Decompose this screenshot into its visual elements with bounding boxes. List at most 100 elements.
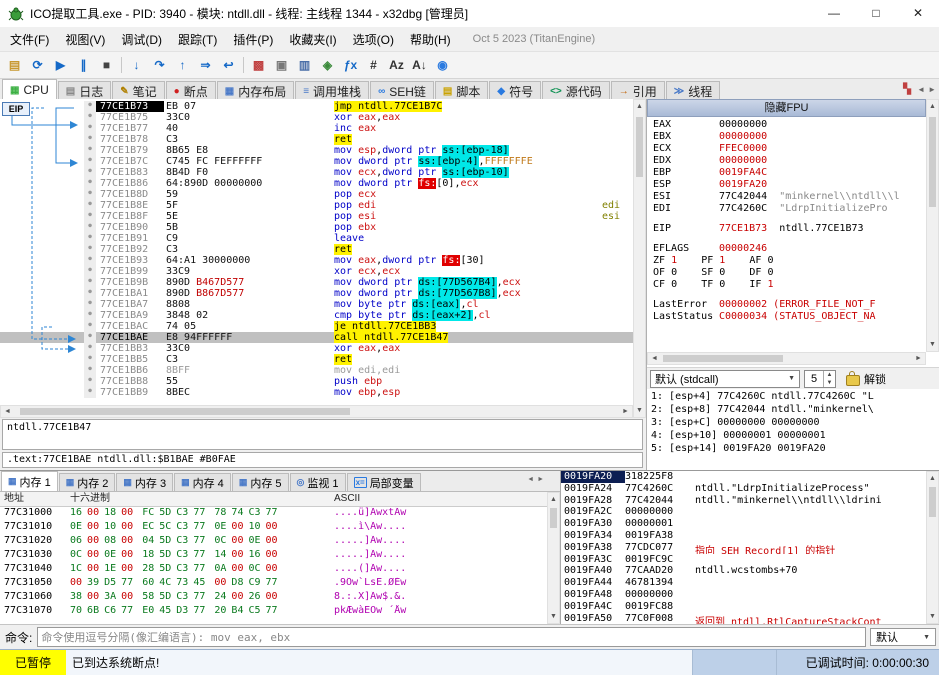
menu-item[interactable]: 帮助(H) — [402, 28, 459, 51]
disasm-row[interactable]: ● 77CE1B75 33C0 xor eax,eax — [0, 112, 633, 123]
tab-scroll-right-icon[interactable]: ► — [537, 476, 544, 483]
disasm-row[interactable]: ● 77CE1B8F 5E pop esi esi — [0, 211, 633, 222]
snowman-icon[interactable]: # — [363, 55, 384, 76]
command-profile-select[interactable]: 默认 ▼ — [870, 628, 936, 646]
memory-row[interactable]: 77C31030 0C 00 0E 00 18 5D C3 77 14 00 16 00 .....]Ãw… — [0, 549, 560, 563]
breakpoint-dot[interactable]: ● — [84, 156, 96, 167]
menu-item[interactable]: 插件(P) — [225, 28, 281, 51]
disasm-row[interactable]: ● 77CE1B8D 59 pop ecx — [0, 189, 633, 200]
scroll-left-icon[interactable]: ◄ — [648, 352, 661, 365]
step-out-icon[interactable]: ↑ — [172, 55, 193, 76]
tab-dump-5[interactable]: ▦ 内存 5 — [231, 473, 289, 491]
disasm-row[interactable]: ● 77CE1B8E 5F pop edi edi — [0, 200, 633, 211]
disasm-row[interactable]: ● 77CE1B7C C745 FC FEFFFFFF mov dword ptr s… — [0, 156, 633, 167]
scroll-down-icon[interactable]: ▼ — [633, 404, 646, 417]
register-row[interactable]: ECX FFEC0000 — [647, 143, 926, 155]
graph-icon[interactable]: ◈ — [317, 55, 338, 76]
disasm-row[interactable]: ● 77CE1B93 64:A1 30000000 mov eax,dword ptr… — [0, 255, 633, 266]
assemble-icon[interactable]: A↓ — [409, 55, 430, 76]
flags-row[interactable]: CF 0 TF 0 IF 1 — [647, 279, 926, 291]
breakpoint-dot[interactable]: ● — [84, 354, 96, 365]
tab-log[interactable]: ▤ 日志 — [57, 81, 112, 100]
argument-row[interactable]: 2: [esp+8] 77C42044 ntdll."minkernel\ — [647, 404, 939, 417]
breakpoint-dot[interactable]: ● — [84, 343, 96, 354]
disasm-row[interactable]: ● 77CE1B92 C3 ret — [0, 244, 633, 255]
tab-references[interactable]: → 引用 — [610, 81, 665, 100]
breakpoint-dot[interactable]: ● — [84, 178, 96, 189]
breakpoint-dot[interactable]: ● — [84, 112, 96, 123]
stack-row[interactable]: 0019FA28 77C42044 ntdll."minkernel\\ntdll\… — [561, 495, 926, 507]
register-row[interactable]: ESI 77C42044 "minkernel\\ntdll\\l — [647, 191, 926, 203]
scroll-right-icon[interactable]: ► — [912, 352, 925, 365]
stack-row[interactable]: 0019FA44 46781394 — [561, 577, 926, 589]
register-row[interactable]: EDI 77C4260C "LdrpInitializePro — [647, 203, 926, 215]
tab-scroll-left-icon[interactable]: ◄ — [527, 476, 534, 483]
breakpoint-dot[interactable]: ● — [84, 321, 96, 332]
tab-notes[interactable]: ✎ 笔记 — [112, 81, 165, 100]
register-row[interactable]: EBP 0019FA4C — [647, 167, 926, 179]
argument-row[interactable]: 1: [esp+4] 77C4260C ntdll.77C4260C "L — [647, 391, 939, 404]
stack-row[interactable]: 0019FA20 318225F8 — [561, 471, 926, 483]
tab-memory-map[interactable]: ▦ 内存布局 — [216, 81, 295, 100]
hide-fpu-button[interactable]: 隐藏FPU — [647, 99, 926, 117]
scroll-up-icon[interactable]: ▲ — [633, 100, 646, 113]
register-row[interactable]: EIP 77CE1B73 ntdll.77CE1B73 — [647, 223, 926, 235]
step-into-icon[interactable]: ↓ — [126, 55, 147, 76]
register-row[interactable]: EDX 00000000 — [647, 155, 926, 167]
tab-source[interactable]: <> 源代码 — [542, 81, 610, 100]
memory-row[interactable]: 77C31040 1C 00 1E 00 28 5D C3 77 0A 00 0C 00 ....(]Ãw… — [0, 563, 560, 577]
tab-dump-4[interactable]: ▦ 内存 4 — [174, 473, 231, 491]
disasm-row[interactable]: ● 77CE1B99 33C9 xor ecx,ecx — [0, 266, 633, 277]
restart-icon[interactable]: ⟳ — [27, 55, 48, 76]
scroll-left-icon[interactable]: ◄ — [1, 405, 14, 418]
scrollbar-thumb[interactable] — [20, 408, 350, 415]
memory-row[interactable]: 77C31020 06 00 08 00 04 5D C3 77 0C 00 0E 00 .....]Ãw… — [0, 535, 560, 549]
register-row[interactable]: LastError 00000002 (ERROR_FILE_NOT_F — [647, 299, 926, 311]
disasm-row[interactable]: ● 77CE1BAC 74 05 je ntdll.77CE1BB3 — [0, 321, 633, 332]
stack-row[interactable]: 0019FA38 77CDC077 指向 SEH_Record[1] 的指针 — [561, 542, 926, 554]
disasm-row[interactable]: ● 77CE1B79 8B65 E8 mov esp,dword ptr ss:[eb… — [0, 145, 633, 156]
execute-till-return-icon[interactable]: ↩ — [218, 55, 239, 76]
memory-row[interactable]: 77C31010 0E 00 10 00 EC 5C C3 77 0E 00 10 00 ....ì\Ãw… — [0, 521, 560, 535]
flags-row[interactable]: OF 0 SF 0 DF 0 — [647, 267, 926, 279]
stack-row[interactable]: 0019FA4C 0019FC88 — [561, 601, 926, 613]
breakpoint-dot[interactable]: ● — [84, 211, 96, 222]
argument-row[interactable]: 4: [esp+10] 00000001 00000001 — [647, 430, 939, 443]
stop-icon[interactable]: ■ — [96, 55, 117, 76]
disasm-row[interactable]: ● 77CE1BB9 8BEC mov ebp,esp — [0, 387, 633, 398]
breakpoint-dot[interactable]: ● — [84, 376, 96, 387]
disasm-row[interactable]: ● 77CE1BA7 8808 mov byte ptr ds:[eax],cl — [0, 299, 633, 310]
breakpoint-dot[interactable]: ● — [84, 310, 96, 321]
command-input[interactable] — [37, 627, 866, 647]
help-icon[interactable]: ◉ — [432, 55, 453, 76]
tab-dump-1[interactable]: ▦ 内存 1 — [1, 471, 58, 491]
close-button[interactable]: ✕ — [897, 0, 939, 27]
breakpoint-dot[interactable]: ● — [84, 200, 96, 211]
windows-icon[interactable]: ▣ — [271, 55, 292, 76]
lock-icon[interactable] — [846, 371, 860, 386]
stack-row[interactable]: 0019FA40 77CAAD20 ntdll.wcstombs+70 — [561, 565, 926, 577]
memory-row[interactable]: 77C31000 16 00 18 00 FC 5D C3 77 78 74 C3 77 ....ü]Ãw… — [0, 507, 560, 521]
tab-locals[interactable]: x= 局部变量 — [346, 473, 421, 491]
scroll-right-icon[interactable]: ► — [619, 405, 632, 418]
breakpoint-dot[interactable]: ● — [84, 288, 96, 299]
tab-scroll-right-icon[interactable]: ► — [928, 85, 936, 94]
breakpoint-dot[interactable]: ● — [84, 266, 96, 277]
breakpoint-dot[interactable]: ● — [84, 222, 96, 233]
scrollbar-thumb[interactable] — [929, 487, 936, 517]
disasm-row[interactable]: ● 77CE1BA9 3848 02 cmp byte ptr ds:[eax+2],… — [0, 310, 633, 321]
menu-item[interactable]: 视图(V) — [57, 28, 113, 51]
breakpoint-dot[interactable]: ● — [84, 387, 96, 398]
tab-script[interactable]: ▤ 脚本 — [434, 81, 489, 100]
tab-dump-3[interactable]: ▦ 内存 3 — [116, 473, 174, 491]
scroll-up-icon[interactable]: ▲ — [926, 100, 939, 113]
run-to-cursor-icon[interactable]: ⇒ — [195, 55, 216, 76]
scrollbar-thumb[interactable] — [636, 117, 643, 177]
menu-item[interactable]: 选项(O) — [345, 28, 402, 51]
breakpoint-dot[interactable]: ● — [84, 145, 96, 156]
handles-icon[interactable]: ▥ — [294, 55, 315, 76]
breakpoint-dot[interactable]: ● — [84, 233, 96, 244]
step-over-icon[interactable]: ↷ — [149, 55, 170, 76]
disasm-row[interactable]: ● 77CE1BB6 8BFF mov edi,edi — [0, 365, 633, 376]
stack-row[interactable]: 0019FA2C 00000000 — [561, 506, 926, 518]
